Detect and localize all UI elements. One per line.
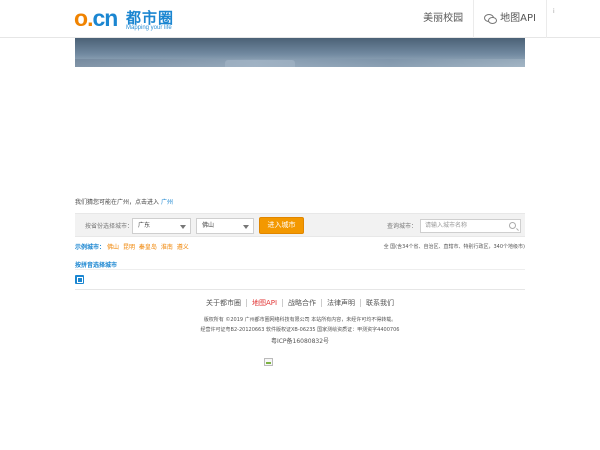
footer-divider	[75, 289, 525, 290]
query-label: 查询城市：	[387, 223, 418, 230]
example-cities: 示例城市： 佛山 昆明 秦皇岛 淮南 遵义	[75, 242, 189, 251]
divider	[75, 269, 525, 270]
chevron-down-icon	[243, 225, 249, 229]
search-icon[interactable]	[509, 222, 516, 229]
footer-link-contact[interactable]: 联系我们	[360, 299, 399, 307]
footer-links: 关于都市圈 地图API 战略合作 法律声明 联系我们	[0, 299, 600, 307]
hero-banner	[75, 38, 525, 67]
example-city-link[interactable]: 遵义	[177, 244, 189, 251]
nav-campus-label: 美丽校园	[423, 13, 464, 24]
nav-map-api-label: 地图API	[500, 13, 536, 24]
footer-copyright: 版权所有 ©2019 广州都市圈网络科技有限公司 本站所有内容，未经许可均不得转…	[203, 317, 397, 323]
footer-licenses: 经营许可证粤B2-20120663 软件版权证XB-06235 国家测绘资质证：…	[200, 327, 400, 333]
example-city-link[interactable]: 佛山	[107, 244, 119, 251]
chevron-down-icon	[180, 225, 186, 229]
guessed-city-link[interactable]: 广州	[161, 199, 173, 206]
footer-link-map-api[interactable]: 地图API	[245, 299, 282, 307]
city-select-value: 佛山	[202, 222, 215, 229]
logo-mark: o.cn	[74, 5, 118, 31]
example-cities-heading: 示例城市：	[75, 244, 106, 251]
broken-image-icon	[264, 358, 273, 366]
nav-campus[interactable]: 美丽校园	[413, 0, 473, 38]
city-search-placeholder: 请输入城市名称	[425, 222, 468, 229]
enter-city-button[interactable]: 进入城市	[259, 217, 304, 234]
example-city-link[interactable]: 秦皇岛	[139, 244, 157, 251]
footer-link-about[interactable]: 关于都市圈	[201, 299, 246, 307]
footer-link-partners[interactable]: 战略合作	[282, 299, 321, 307]
city-search-input[interactable]: 请输入城市名称	[420, 219, 521, 233]
letter-index-icon[interactable]	[75, 275, 84, 284]
site-logo[interactable]: o.cn 都市圈 Mapping your life	[74, 5, 174, 32]
coverage-note: 全 国(含34个省、自治区、直辖市、特别行政区，340个地级市)	[383, 244, 525, 250]
nav-map-api[interactable]: 地图API	[473, 0, 546, 38]
pinyin-section-title: 按拼音选择城市	[75, 262, 118, 269]
location-guess-text: 我们猜您可能在广州，点击进入	[75, 199, 160, 206]
city-select[interactable]: 佛山	[196, 218, 254, 234]
province-label: 按省份选择城市：	[85, 223, 134, 230]
banner-skyline	[75, 59, 525, 67]
footer-icp[interactable]: 粤ICP备16080832号	[0, 336, 600, 345]
example-city-link[interactable]: 淮南	[161, 244, 173, 251]
chat-bubbles-icon	[484, 13, 498, 25]
top-header: o.cn 都市圈 Mapping your life 美丽校园 地图API i	[0, 0, 600, 38]
nav-edge: i	[546, 0, 600, 38]
nav-edge-mark: i	[553, 8, 555, 15]
location-guess: 我们猜您可能在广州，点击进入 广州	[75, 197, 173, 206]
city-selector-bar: 按省份选择城市： 广东 佛山 进入城市 查询城市： 请输入城市名称	[75, 213, 525, 237]
top-nav: 美丽校园 地图API i	[413, 0, 600, 38]
footer-link-legal[interactable]: 法律声明	[321, 299, 360, 307]
province-select[interactable]: 广东	[132, 218, 191, 234]
example-city-link[interactable]: 昆明	[123, 244, 135, 251]
logo-slogan: Mapping your life	[126, 25, 172, 31]
province-select-value: 广东	[138, 222, 151, 229]
